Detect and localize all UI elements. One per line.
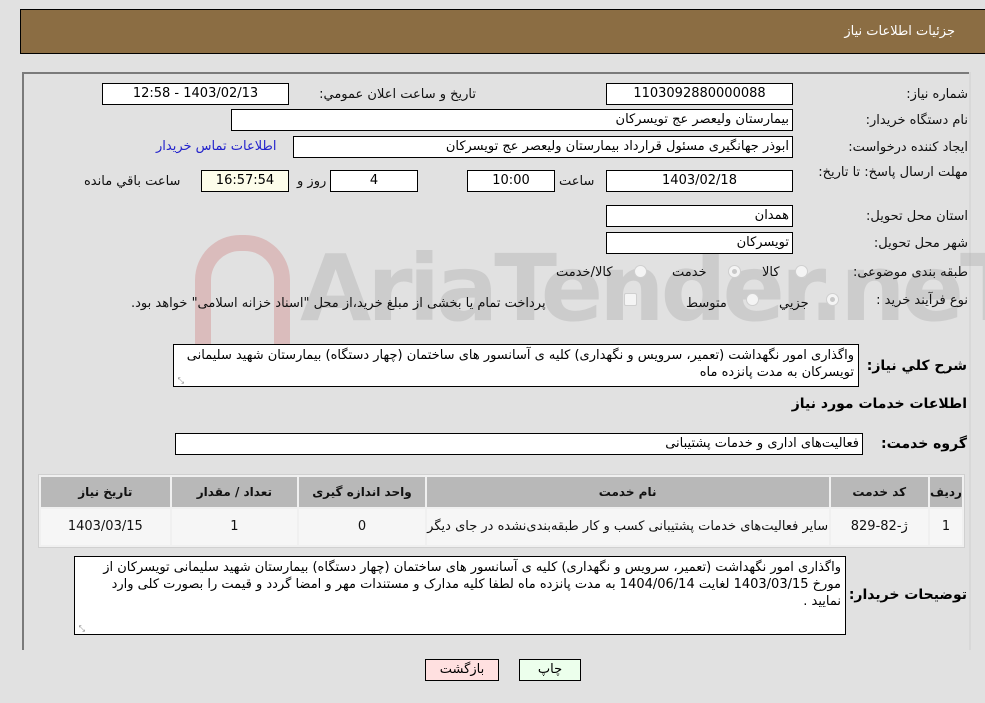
services-section-title: اطلاعات خدمات مورد نیاز [791,396,967,412]
category-radio-goods-service[interactable] [634,265,647,278]
cell-date: 1403/03/15 [41,509,170,545]
treasury-checkbox[interactable] [624,293,637,306]
requester-field: ابوذر جهانگیری مسئول قرارداد بیمارستان و… [293,136,793,158]
table-row: 1 ژ-82-829 سایر فعالیت‌های خدمات پشتیبان… [41,509,962,545]
deadline-time-field: 10:00 [467,170,555,192]
table-header-row: ردیف کد خدمت نام خدمت واحد اندازه گیری ت… [41,477,962,507]
buyer-notes-textarea[interactable]: واگذاری امور نگهداشت (تعمیر، سرویس و نگه… [74,556,846,635]
cell-code: ژ-82-829 [830,509,928,545]
cell-name: سایر فعالیت‌های خدمات پشتیبانی کسب و کار… [426,509,829,545]
deadline-date-field: 1403/02/18 [606,170,793,192]
back-button[interactable]: بازگشت [425,659,499,681]
category-option-goods-service: کالا/خدمت [556,265,613,280]
buyer-notes-text: واگذاری امور نگهداشت (تعمیر، سرویس و نگه… [103,560,841,609]
deadline-label: مهلت ارسال پاسخ: تا تاریخ: [818,165,968,180]
purchase-type-label: نوع فرآیند خرید : [876,293,968,308]
buyer-notes-label: توضیحات خریدار: [848,587,967,603]
purchase-type-option-medium: متوسط [686,296,727,311]
category-label: طبقه بندی موضوعی: [852,265,968,280]
category-radio-goods[interactable] [795,265,808,278]
need-number-label: شماره نیاز: [906,87,968,102]
cell-qty: 1 [171,509,298,545]
days-remaining-field: 4 [330,170,418,192]
col-header-date: تاریخ نیاز [41,477,170,507]
category-option-service: خدمت [672,265,707,280]
announce-datetime-field: 1403/02/13 - 12:58 [102,83,289,105]
purchase-type-radio-minor[interactable] [826,293,839,306]
buyer-org-label: نام دستگاه خریدار: [865,113,968,128]
province-label: استان محل تحویل: [866,209,968,224]
page-header: جزئیات اطلاعات نیاز [20,9,985,54]
resize-handle-icon[interactable]: ⤡ [77,625,85,633]
resize-handle-icon[interactable]: ⤡ [176,377,184,385]
category-radio-service[interactable] [728,265,741,278]
services-table: ردیف کد خدمت نام خدمت واحد اندازه گیری ت… [38,474,965,548]
treasury-note: پرداخت تمام یا بخشی از مبلغ خرید،از محل … [131,296,546,311]
need-number-field: 1103092880000088 [606,83,793,105]
requester-label: ایجاد کننده درخواست: [848,140,968,155]
service-group-label: گروه خدمت: [881,436,967,452]
cell-unit: 0 [299,509,425,545]
city-label: شهر محل تحویل: [873,236,968,251]
time-remaining-field: 16:57:54 [201,170,289,192]
print-button[interactable]: چاپ [519,659,581,681]
page-title: جزئیات اطلاعات نیاز [844,24,955,39]
description-textarea[interactable]: واگذاری امور نگهداشت (تعمیر، سرویس و نگه… [173,344,859,387]
description-text: واگذاری امور نگهداشت (تعمیر، سرویس و نگه… [186,348,854,380]
col-header-code: کد خدمت [830,477,928,507]
province-field: همدان [606,205,793,227]
col-header-unit: واحد اندازه گیری [299,477,425,507]
service-group-field: فعالیت‌های اداری و خدمات پشتیبانی [175,433,863,455]
panel-edge [969,72,971,650]
announce-datetime-label: تاریخ و ساعت اعلان عمومي: [319,87,476,102]
time-remaining-label: ساعت باقي مانده [84,174,181,189]
buyer-contact-link[interactable]: اطلاعات تماس خریدار [156,139,276,154]
cell-row: 1 [929,509,962,545]
col-header-qty: تعداد / مقدار [171,477,298,507]
purchase-type-option-minor: جزيي [779,296,809,311]
city-field: تویسرکان [606,232,793,254]
category-option-goods: کالا [762,265,780,280]
col-header-name: نام خدمت [426,477,829,507]
deadline-time-label: ساعت [559,174,595,189]
col-header-row: ردیف [929,477,962,507]
days-label: روز و [297,174,327,189]
buyer-org-field: بیمارستان ولیعصر عج تویسرکان [231,109,793,131]
description-label: شرح کلي نیاز: [866,358,967,374]
purchase-type-radio-medium[interactable] [746,293,759,306]
